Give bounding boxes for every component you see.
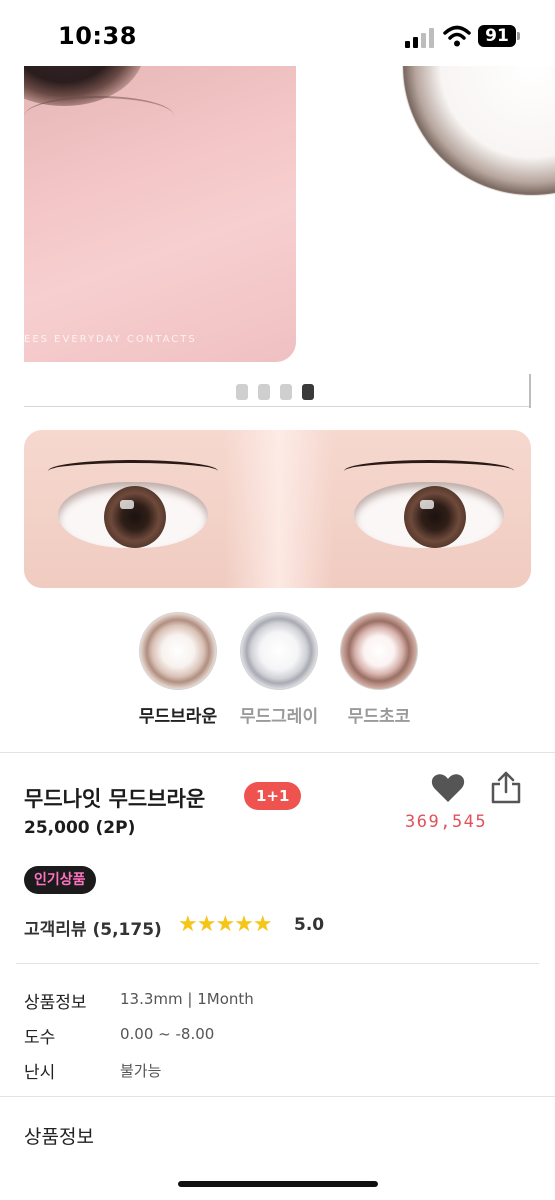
left-eye: [58, 482, 208, 548]
spec-value: 불가능: [120, 1062, 162, 1080]
pagination-dot[interactable]: [280, 384, 292, 400]
left-iris: [104, 486, 166, 548]
spec-label: 상품정보: [24, 993, 87, 1013]
pagination-dot[interactable]: [258, 384, 270, 400]
color-option-label: 무드브라운: [138, 707, 218, 727]
color-options: 무드브라운 무드그레이 무드초코: [0, 612, 555, 727]
section-title: 상품정보: [24, 1126, 94, 1148]
color-option-label: 무드그레이: [239, 707, 319, 727]
scroll-edge: [529, 374, 531, 408]
star-rating-icon: ★★★★★: [178, 912, 273, 937]
product-price: 25,000 (2P): [24, 818, 136, 838]
slide-watermark: EES EVERYDAY CONTACTS: [24, 334, 197, 345]
carousel-slide-current[interactable]: EES EVERYDAY CONTACTS: [24, 66, 296, 362]
home-indicator[interactable]: [178, 1181, 378, 1187]
section-divider: [0, 1096, 555, 1097]
spec-label: 도수: [24, 1028, 56, 1048]
color-option-label: 무드초코: [347, 707, 411, 727]
promo-badge: 1+1: [244, 782, 302, 810]
slide-lash-line: [24, 96, 174, 136]
carousel-pagination: [236, 384, 314, 400]
pagination-dot-active[interactable]: [302, 384, 314, 400]
spec-value: 13.3mm | 1Month: [120, 990, 254, 1008]
cellular-signal-icon: [405, 28, 434, 48]
color-option-choco[interactable]: 무드초코: [324, 612, 434, 727]
lens-image: [402, 66, 555, 196]
product-title: 무드나잇 무드브라운: [24, 787, 206, 811]
pagination-dot[interactable]: [236, 384, 248, 400]
nose-highlight: [224, 430, 334, 588]
share-icon[interactable]: [488, 770, 524, 806]
spec-label: 난시: [24, 1063, 56, 1083]
review-link[interactable]: 고객리뷰 (5,175): [24, 915, 162, 940]
carousel-slide-next[interactable]: [402, 66, 555, 206]
left-lashes: [48, 460, 218, 482]
section-divider: [0, 752, 555, 753]
wifi-icon: [443, 25, 471, 47]
like-count: 369,545: [405, 812, 488, 832]
model-eyes-banner: [24, 430, 531, 588]
status-time: 10:38: [58, 22, 137, 50]
right-iris: [404, 486, 466, 548]
heart-icon[interactable]: [430, 770, 466, 806]
right-eye: [354, 482, 504, 548]
product-image-carousel[interactable]: EES EVERYDAY CONTACTS: [0, 66, 555, 408]
lens-swatch[interactable]: [139, 612, 217, 690]
section-divider: [16, 963, 539, 964]
carousel-divider: [24, 406, 531, 407]
lens-swatch[interactable]: [340, 612, 418, 690]
color-option-gray[interactable]: 무드그레이: [224, 612, 334, 727]
lens-swatch[interactable]: [240, 612, 318, 690]
color-option-brown[interactable]: 무드브라운: [123, 612, 233, 727]
popular-badge: 인기상품: [24, 866, 96, 894]
right-lashes: [344, 460, 514, 482]
battery-nub: [517, 32, 520, 40]
status-bar: 10:38 91: [0, 0, 555, 66]
battery-indicator: 91: [478, 25, 516, 47]
rating-value: 5.0: [294, 915, 325, 935]
spec-value: 0.00 ~ -8.00: [120, 1025, 215, 1043]
